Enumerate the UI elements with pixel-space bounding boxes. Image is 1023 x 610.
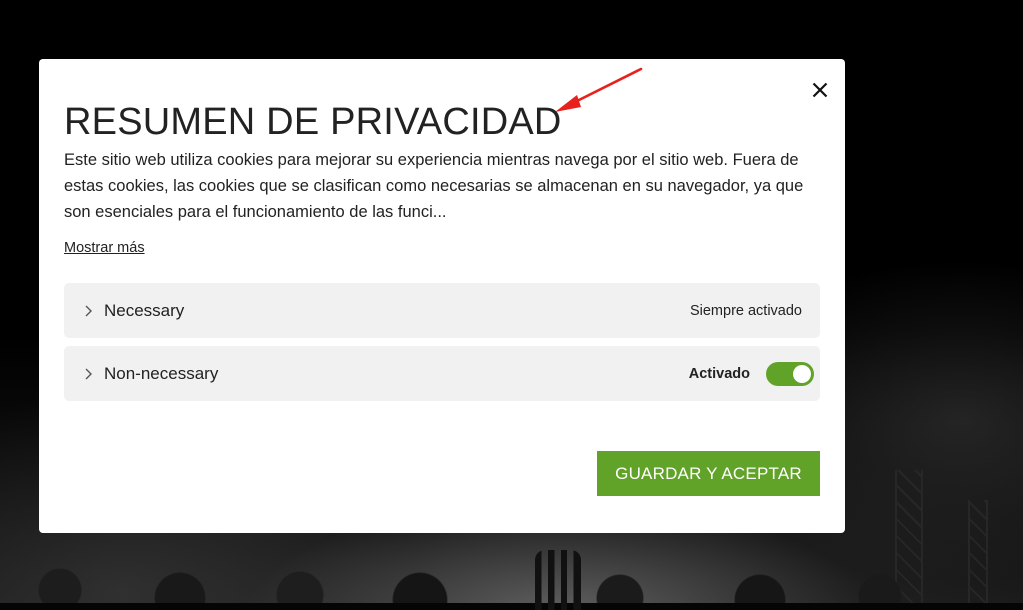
toggle-knob	[793, 364, 811, 383]
enabled-label: Activado	[688, 365, 750, 382]
modal-description: Este sitio web utiliza cookies para mejo…	[64, 151, 804, 221]
category-label[interactable]: Non-necessary	[104, 364, 218, 384]
category-non-necessary[interactable]: Non-necessary Activado	[64, 346, 820, 401]
chevron-right-icon[interactable]	[84, 367, 94, 381]
show-more-link[interactable]: Mostrar más	[64, 240, 145, 256]
privacy-overview-modal: RESUMEN DE PRIVACIDAD Este sitio web uti…	[39, 59, 845, 533]
close-button[interactable]	[809, 79, 831, 101]
crowd-silhouettes	[0, 540, 1023, 603]
always-enabled-label: Siempre activado	[689, 302, 802, 319]
category-necessary[interactable]: Necessary Siempre activado	[64, 283, 820, 338]
modal-title: RESUMEN DE PRIVACIDAD	[64, 101, 562, 143]
non-necessary-toggle[interactable]	[766, 361, 814, 386]
chevron-right-icon[interactable]	[84, 304, 94, 318]
save-and-accept-button[interactable]: GUARDAR Y ACEPTAR	[597, 451, 820, 496]
category-status-area: Activado	[688, 361, 820, 386]
raised-hand	[535, 550, 581, 610]
category-label[interactable]: Necessary	[104, 301, 184, 321]
annotation-arrow-icon	[555, 67, 643, 112]
category-status-area: Siempre activado	[690, 303, 820, 319]
close-icon	[812, 82, 828, 98]
